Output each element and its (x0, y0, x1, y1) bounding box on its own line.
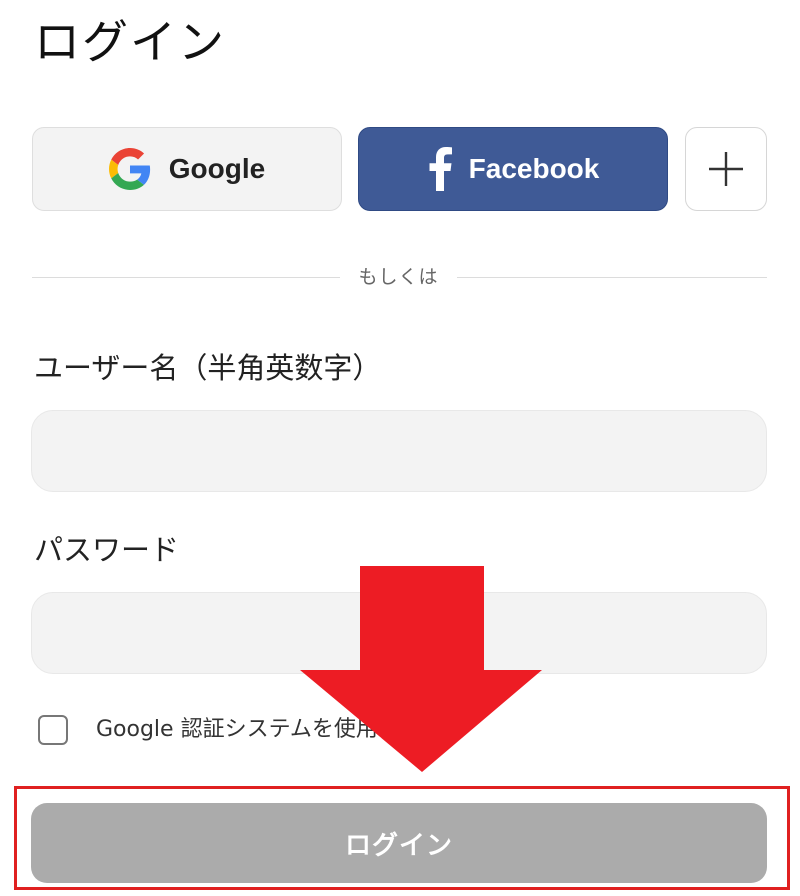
divider-line-right (457, 277, 767, 278)
more-login-options-button[interactable] (685, 127, 767, 211)
google-login-label: Google (168, 153, 266, 184)
google-login-button[interactable]: Google (32, 127, 342, 211)
plus-icon (709, 152, 743, 186)
down-arrow-icon (300, 566, 542, 772)
divider-line-left (32, 277, 340, 278)
google-logo-icon (108, 148, 150, 190)
or-divider: もしくは (32, 263, 767, 293)
username-label: ユーザー名（半角英数字） (34, 351, 382, 385)
divider-text: もしくは (358, 266, 439, 288)
social-login-row: Google Facebook (32, 127, 767, 213)
username-input[interactable] (31, 410, 767, 492)
two-factor-checkbox[interactable] (38, 715, 68, 745)
page-title: ログイン (34, 15, 226, 69)
facebook-login-button[interactable]: Facebook (358, 127, 668, 211)
facebook-login-label: Facebook (468, 153, 600, 184)
facebook-f-icon (429, 147, 452, 191)
login-button[interactable]: ログイン (31, 803, 767, 883)
password-label: パスワード (34, 533, 180, 567)
